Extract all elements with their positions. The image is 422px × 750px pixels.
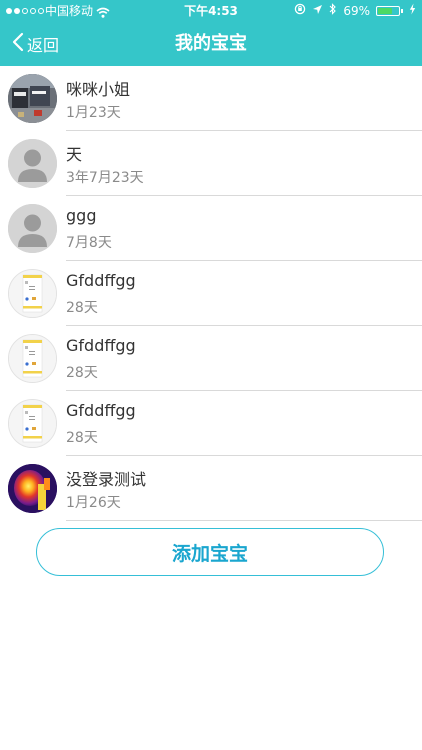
baby-age: 28天	[66, 430, 98, 446]
baby-name: 没登录测试	[66, 470, 147, 489]
baby-avatar-screenshot	[8, 399, 57, 448]
baby-list-item[interactable]: Gfddffgg 28天	[0, 326, 422, 391]
battery-percent: 69%	[343, 4, 370, 18]
baby-name: 咪咪小姐	[66, 80, 131, 99]
baby-name: Gfddffgg	[66, 271, 136, 290]
baby-list-item[interactable]: 咪咪小姐 1月23天	[0, 66, 422, 131]
battery-tip	[401, 9, 403, 13]
baby-avatar-photo	[8, 74, 57, 123]
battery-icon	[376, 6, 403, 16]
orientation-lock-icon	[294, 0, 306, 22]
baby-list-item[interactable]: ggg 7月8天	[0, 196, 422, 261]
screen: 中国移动 下午4:53 69% 返回 我的宝宝 咪咪小姐 1月23天 天 3年7…	[0, 0, 422, 750]
location-arrow-icon	[312, 0, 323, 22]
baby-age: 1月26天	[66, 495, 121, 511]
baby-list-item[interactable]: 天 3年7月23天	[0, 131, 422, 196]
baby-list-item[interactable]: Gfddffgg 28天	[0, 391, 422, 456]
baby-name: 天	[66, 145, 83, 164]
status-bar: 中国移动 下午4:53 69%	[0, 0, 422, 22]
default-avatar-icon	[8, 139, 57, 188]
nav-bar: 返回 我的宝宝	[0, 22, 422, 66]
row-divider	[66, 520, 422, 521]
baby-avatar-screenshot	[8, 269, 57, 318]
page-title: 我的宝宝	[175, 33, 247, 54]
bluetooth-icon	[329, 0, 337, 22]
baby-list-item[interactable]: Gfddffgg 28天	[0, 261, 422, 326]
baby-list-item[interactable]: 没登录测试 1月26天	[0, 456, 422, 521]
baby-age: 28天	[66, 300, 98, 316]
battery-body	[376, 6, 400, 16]
baby-age: 3年7月23天	[66, 170, 144, 186]
status-right-group: 69%	[294, 0, 416, 22]
baby-avatar-thermal	[8, 464, 57, 513]
default-avatar-icon	[8, 204, 57, 253]
baby-age: 28天	[66, 365, 98, 381]
baby-name: Gfddffgg	[66, 401, 136, 420]
baby-age: 7月8天	[66, 235, 112, 251]
add-baby-button[interactable]: 添加宝宝	[36, 528, 384, 576]
charging-bolt-icon	[409, 0, 416, 22]
baby-avatar-screenshot	[8, 334, 57, 383]
battery-fill	[378, 8, 392, 14]
baby-age: 1月23天	[66, 105, 121, 121]
baby-name: ggg	[66, 206, 97, 225]
baby-name: Gfddffgg	[66, 336, 136, 355]
header: 中国移动 下午4:53 69% 返回 我的宝宝	[0, 0, 422, 66]
baby-list: 咪咪小姐 1月23天 天 3年7月23天 ggg 7月8天 Gfddffgg 2…	[0, 66, 422, 521]
